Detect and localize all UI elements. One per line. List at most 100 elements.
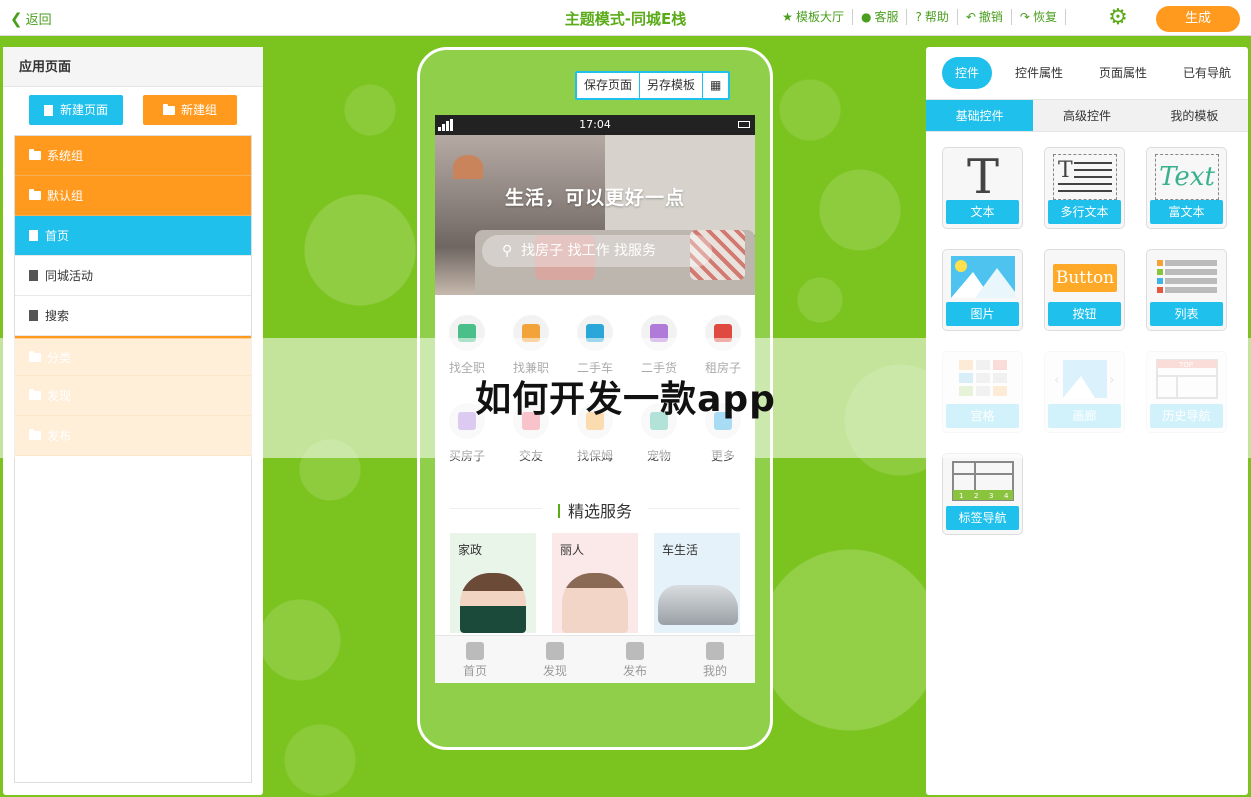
tab-existing-navigation[interactable]: 已有导航 [1170,57,1244,89]
undo-button[interactable]: ↶ 撤销 [958,9,1012,25]
status-time: 17:04 [579,118,611,131]
tab-discover[interactable]: 发现 [515,636,595,683]
lamp-shape [453,155,483,179]
category-item[interactable]: 租房子 [691,315,755,376]
section-title: 精选服务 [435,498,755,522]
tab-page-properties[interactable]: 页面属性 [1086,57,1160,89]
pencil-icon [626,642,644,660]
phone-toolbar: 保存页面 另存模板 ▦ [575,71,731,100]
redo-icon: ↷ [1019,10,1030,24]
template-hall-button[interactable]: ★ 模板大厅 [774,9,853,25]
svg-text:T: T [1058,158,1073,183]
job-icon [458,324,476,342]
widget-image[interactable]: 图片 [942,249,1023,331]
subtab-advanced-controls[interactable]: 高级控件 [1033,100,1140,131]
tab-publish[interactable]: 发布 [595,636,675,683]
folder-open-icon [29,189,41,200]
svg-text:3: 3 [989,492,993,500]
undo-icon: ↶ [965,10,976,24]
document-icon [29,310,38,321]
tab-nav-icon: 1 2 3 4 [951,460,1015,506]
document-icon [29,270,38,281]
tree-item-city-events[interactable]: 同城活动 [15,256,251,296]
tree-item-home[interactable]: 首页 [15,216,251,256]
parttime-icon [522,324,540,342]
text-icon: T [966,149,999,205]
housekeeper-photo [460,573,526,633]
phone-tab-bar: 首页 发现 发布 我的 [435,635,755,683]
beauty-photo [562,573,628,633]
tree-item-search[interactable]: 搜索 [15,296,251,336]
qr-code-icon[interactable]: ▦ [703,73,728,98]
tab-mine[interactable]: 我的 [675,636,755,683]
banner-image[interactable]: 生活，可以更好一点 ⚲ 找房子 找工作 找服务 [435,135,755,295]
redo-button[interactable]: ↷ 恢复 [1012,9,1066,25]
svg-text:TOP: TOP [1178,361,1193,369]
widget-button[interactable]: Button 按钮 [1044,249,1125,331]
document-icon [29,230,38,241]
image-icon [951,256,1015,302]
service-card-car[interactable]: 车生活 [654,533,740,633]
folder-icon [29,429,41,440]
generate-button[interactable]: 生成 [1156,6,1240,32]
signal-icon [438,119,453,131]
compass-icon [546,642,564,660]
chevron-left-icon: ❮ [10,9,23,28]
new-page-button[interactable]: 新建页面 [29,95,123,125]
widget-list[interactable]: 列表 [1146,249,1227,331]
list-icon [1155,256,1219,302]
tree-item-publish[interactable]: 发布 [15,416,251,456]
service-card-housekeeping[interactable]: 家政 [450,533,536,633]
category-item[interactable]: 二手货 [627,315,691,376]
widget-rich-text[interactable]: Text 富文本 [1146,147,1227,229]
car-photo [658,585,738,625]
help-icon: ? [915,10,922,24]
widget-text[interactable]: T 文本 [942,147,1023,229]
new-group-button[interactable]: 新建组 [143,95,237,125]
search-icon: ⚲ [502,243,522,259]
subtab-basic-controls[interactable]: 基础控件 [926,100,1034,131]
help-button[interactable]: ? 帮助 [907,9,958,25]
category-item[interactable]: 二手车 [563,315,627,376]
document-icon [43,104,53,116]
top-bar: ❮ 返回 主题模式-同城E栈 ★ 模板大厅 ● 客服 ? 帮助 ↶ 撤销 ↷ 恢复 ⚙ 生… [0,0,1251,36]
tree-item-system-group[interactable]: 系统组 [15,136,251,176]
save-page-button[interactable]: 保存页面 [577,73,641,98]
widget-multiline-text[interactable]: T 多行文本 [1044,147,1125,229]
toolbar-actions: ★ 模板大厅 ● 客服 ? 帮助 ↶ 撤销 ↷ 恢复 [774,9,1066,25]
subtab-my-templates[interactable]: 我的模板 [1141,100,1248,131]
button-icon: Button [1053,256,1117,302]
svg-text:2: 2 [974,492,978,500]
banner-title: 生活，可以更好一点 [504,187,685,209]
user-icon: ● [860,10,872,24]
tree-item-default-group[interactable]: 默认组 [15,176,251,216]
back-button[interactable]: ❮ 返回 [10,9,52,29]
tab-control-properties[interactable]: 控件属性 [1002,57,1076,89]
house-icon [714,324,732,342]
category-item[interactable]: 找兼职 [499,315,563,376]
save-as-template-button[interactable]: 另存模板 [640,73,704,98]
customer-service-button[interactable]: ● 客服 [853,9,908,25]
home-icon [466,642,484,660]
category-item[interactable]: 找全职 [435,315,499,376]
back-label: 返回 [25,13,52,28]
battery-icon [738,121,750,128]
svg-text:1: 1 [959,492,963,500]
service-cards: 家政 丽人 车生活 [450,533,740,633]
car-icon [586,324,604,342]
gear-icon[interactable]: ⚙ [1107,7,1129,29]
folder-icon [162,103,175,115]
panel-title: 应用页面 [3,47,263,87]
phone-icon [650,324,668,342]
star-icon: ★ [782,10,793,24]
search-input[interactable]: ⚲ 找房子 找工作 找服务 [482,235,712,267]
service-card-beauty[interactable]: 丽人 [552,533,638,633]
controls-subtabs: 基础控件 高级控件 我的模板 [926,99,1248,132]
status-bar: 17:04 [435,115,755,135]
page-tree: 系统组 默认组 首页 同城活动 搜索 分类 发现 发布 [14,135,252,783]
widget-tab-nav[interactable]: 1234 标签导航 [942,453,1023,535]
tab-home[interactable]: 首页 [435,636,515,683]
rich-text-icon: Text [1155,154,1219,200]
controls-tabs: 控件 控件属性 页面属性 已有导航 [926,47,1248,99]
tab-controls[interactable]: 控件 [942,57,993,89]
